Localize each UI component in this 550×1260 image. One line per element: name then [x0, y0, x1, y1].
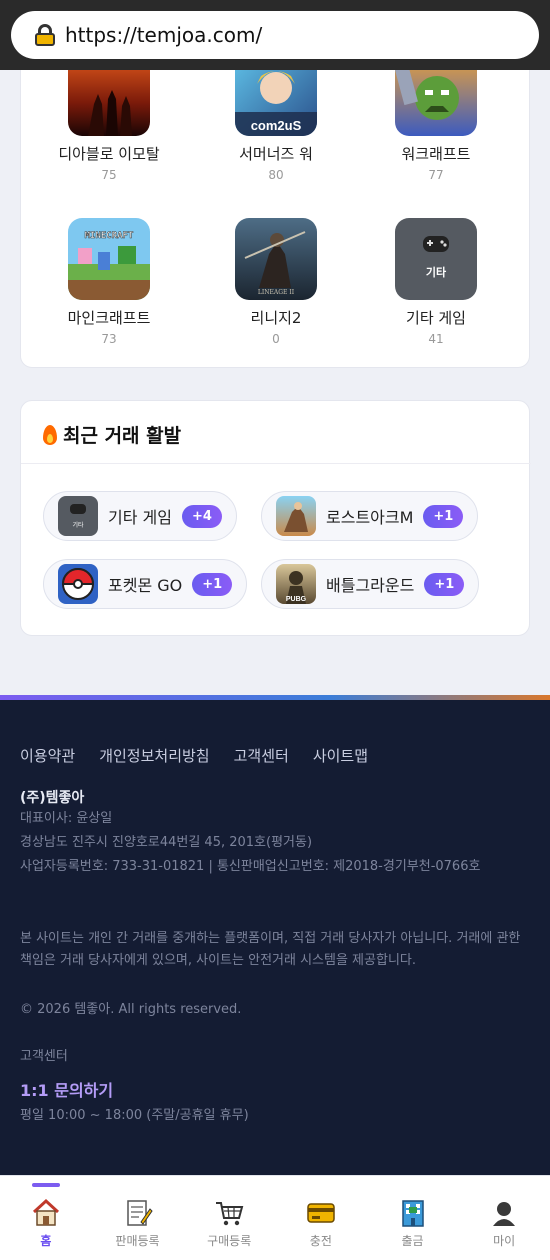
gamepad-icon: 기타 — [58, 496, 98, 536]
game-name: 마인크래프트 — [67, 309, 151, 327]
pill-label: 배틀그라운드 — [326, 576, 415, 595]
activity-pill[interactable]: 포켓몬 GO +1 — [43, 559, 248, 609]
game-name: 서머너즈 워 — [239, 145, 313, 163]
lock-icon — [35, 24, 55, 46]
flame-icon — [43, 424, 57, 445]
svg-text:기타: 기타 — [72, 521, 84, 529]
svg-text:MINECRAFT: MINECRAFT — [85, 231, 134, 241]
section-title-text: 최근 거래 활발 — [63, 425, 182, 447]
game-name: 기타 게임 — [406, 309, 466, 327]
activity-pill[interactable]: 로스트아크M +1 — [261, 491, 479, 541]
user-icon — [489, 1198, 519, 1228]
gamepad-icon: 기타 — [395, 218, 477, 300]
nav-withdraw[interactable]: 출금 — [367, 1176, 459, 1260]
minecraft-icon: MINECRAFT — [68, 218, 150, 300]
nav-my[interactable]: 마이 — [458, 1176, 550, 1260]
footer-link-terms[interactable]: 이용약관 — [20, 745, 75, 766]
bank-icon — [398, 1198, 428, 1228]
lost-ark-m-icon — [276, 496, 316, 536]
url-text[interactable]: https://temjoa.com/ — [65, 23, 262, 47]
nav-label: 마이 — [493, 1234, 516, 1248]
lineage2-icon: LINEAGE II — [235, 218, 317, 300]
diablo-immortal-icon — [68, 70, 150, 136]
game-count: 41 — [428, 332, 444, 346]
game-name: 워크래프트 — [401, 145, 471, 163]
footer-links: 이용약관 개인정보처리방침 고객센터 사이트맵 — [20, 745, 368, 766]
game-item[interactable]: MINECRAFT 마인크래프트 73 — [29, 218, 189, 346]
activity-pill[interactable]: PUBG 배틀그라운드 +1 — [261, 559, 480, 609]
game-count: 0 — [272, 332, 280, 346]
pill-badge: +1 — [424, 572, 465, 596]
browser-chrome: https://temjoa.com/ — [0, 0, 550, 70]
support-label: 고객센터 — [20, 1049, 68, 1064]
pill-badge: +1 — [423, 504, 464, 528]
address-info: 경상남도 진주시 진양호로44번길 45, 201호(평거동) — [20, 835, 313, 850]
nav-label: 충전 — [309, 1234, 332, 1248]
footer-link-sitemap[interactable]: 사이트맵 — [313, 745, 368, 766]
game-name: 디아블로 이모탈 — [58, 145, 160, 163]
game-count: 75 — [101, 168, 117, 182]
game-item[interactable]: com2uS 서머너즈 워 80 — [196, 70, 356, 182]
nav-sell[interactable]: 판매등록 — [92, 1176, 184, 1260]
footer-link-privacy[interactable]: 개인정보처리방침 — [99, 745, 209, 766]
memo-icon — [123, 1198, 153, 1228]
game-item[interactable]: 기타 기타 게임 41 — [356, 218, 516, 346]
game-name: 리니지2 — [250, 309, 302, 327]
pokeball-icon — [58, 564, 98, 604]
main-content: 디아블로 이모탈 75 com2uS 서머너즈 워 80 워크래프트 77 MI… — [0, 70, 550, 695]
site-footer: 이용약관 개인정보처리방침 고객센터 사이트맵 (주)템좋아 대표이사: 윤상일… — [0, 695, 550, 1175]
nav-label: 홈 — [40, 1234, 52, 1248]
summoners-war-icon: com2uS — [235, 70, 317, 136]
svg-text:기타: 기타 — [426, 265, 447, 279]
credit-card-icon — [306, 1198, 336, 1228]
pill-label: 기타 게임 — [108, 508, 172, 527]
company-name: (주)템좋아 — [20, 790, 85, 806]
ceo-info: 대표이사: 윤상일 — [20, 811, 113, 826]
svg-text:LINEAGE II: LINEAGE II — [258, 289, 295, 296]
svg-text:com2uS: com2uS — [251, 118, 302, 133]
nav-label: 판매등록 — [115, 1234, 160, 1248]
pubg-icon: PUBG — [276, 564, 316, 604]
pill-badge: +4 — [181, 504, 222, 528]
pill-label: 로스트아크M — [326, 508, 414, 527]
pill-label: 포켓몬 GO — [108, 576, 183, 595]
game-count: 73 — [101, 332, 117, 346]
activity-pill[interactable]: 기타 기타 게임 +4 — [43, 491, 237, 541]
warcraft-icon — [395, 70, 477, 136]
registration-info: 사업자등록번호: 733-31-01821 | 통신판매업신고번호: 제2018… — [20, 859, 481, 874]
game-item[interactable]: 디아블로 이모탈 75 — [29, 70, 189, 182]
support-hours: 평일 10:00 ~ 18:00 (주말/공휴일 휴무) — [20, 1108, 249, 1123]
footer-link-support[interactable]: 고객센터 — [234, 745, 289, 766]
recent-activity-card: 최근 거래 활발 기타 기타 게임 +4 로스트아크M +1 포켓몬 GO +1… — [20, 400, 531, 636]
nav-buy[interactable]: 구매등록 — [183, 1176, 275, 1260]
disclaimer-text: 본 사이트는 개인 간 거래를 중개하는 플랫폼이며, 직접 거래 당사자가 아… — [20, 931, 521, 968]
divider — [21, 463, 531, 464]
game-item[interactable]: 워크래프트 77 — [356, 70, 516, 182]
home-icon — [31, 1198, 61, 1228]
inquiry-link[interactable]: 1:1 문의하기 — [20, 1077, 113, 1101]
nav-label: 출금 — [401, 1234, 424, 1248]
nav-home[interactable]: 홈 — [0, 1176, 92, 1260]
svg-text:PUBG: PUBG — [286, 596, 307, 603]
copyright-text: © 2026 템좋아. All rights reserved. — [20, 1002, 242, 1017]
game-item[interactable]: LINEAGE II 리니지2 0 — [196, 218, 356, 346]
cart-icon — [214, 1198, 244, 1228]
pill-badge: +1 — [192, 572, 233, 596]
footer-accent-stripe — [0, 695, 550, 700]
active-indicator — [31, 1183, 60, 1187]
nav-charge[interactable]: 충전 — [275, 1176, 367, 1260]
section-title: 최근 거래 활발 — [43, 421, 181, 448]
nav-label: 구매등록 — [207, 1234, 252, 1248]
bottom-nav: 홈 판매등록 구매등록 충전 출금 마이 — [0, 1175, 550, 1260]
game-count: 77 — [428, 168, 444, 182]
address-bar[interactable]: https://temjoa.com/ — [11, 11, 539, 59]
games-card: 디아블로 이모탈 75 com2uS 서머너즈 워 80 워크래프트 77 MI… — [20, 70, 530, 368]
game-count: 80 — [268, 168, 284, 182]
